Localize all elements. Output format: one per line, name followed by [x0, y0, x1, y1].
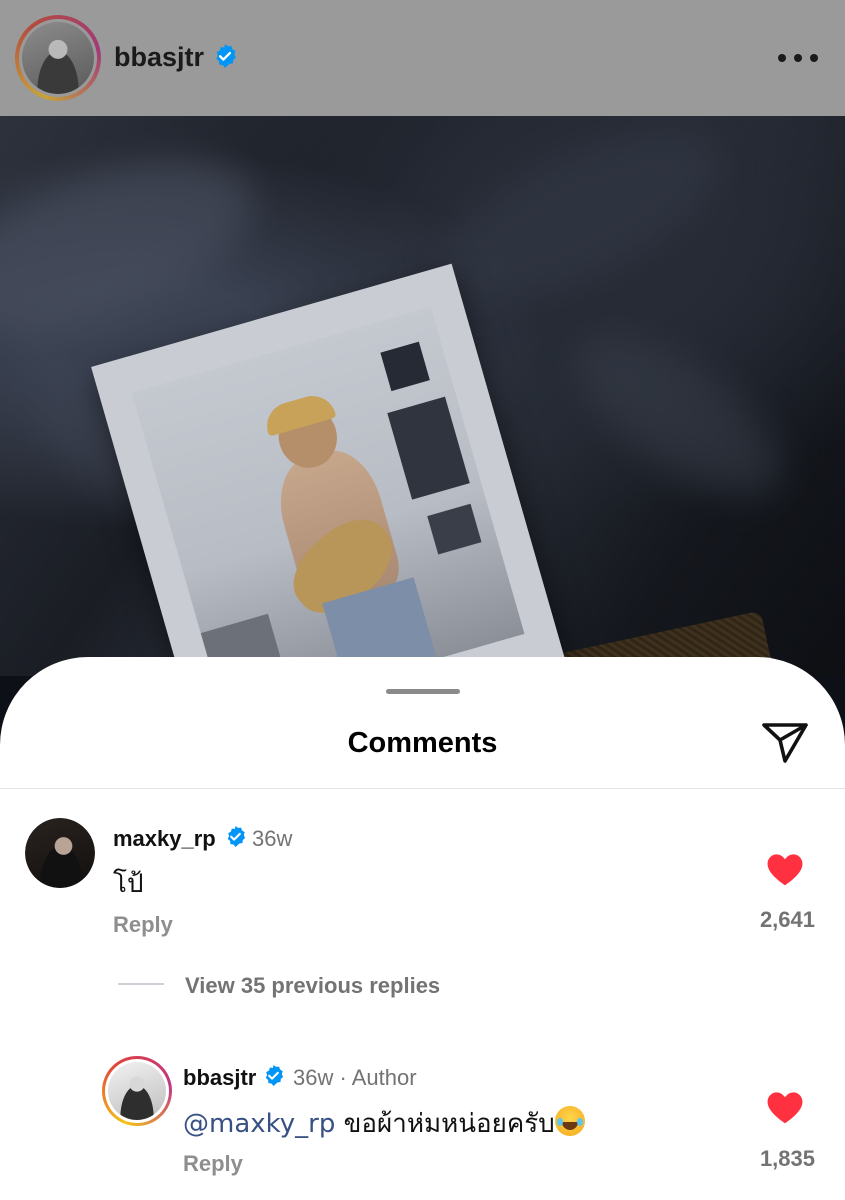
paper-plane-icon[interactable]	[760, 719, 810, 765]
post-header: bbasjtr	[0, 0, 845, 116]
story-ring[interactable]	[15, 15, 101, 101]
drag-handle[interactable]	[386, 689, 460, 694]
laughing-emoji-icon	[554, 1106, 585, 1136]
view-previous-replies-button[interactable]: View 35 previous replies	[185, 973, 440, 999]
like-count: 1,835	[759, 1146, 815, 1171]
verified-badge-icon	[262, 1064, 285, 1092]
sheet-title: Comments	[347, 727, 498, 759]
verified-badge-icon	[224, 825, 247, 853]
reply-text: @maxky_rp ขอผ้าห่มหน่อยครับ	[183, 1103, 585, 1144]
polaroid-photo	[91, 263, 584, 676]
like-count: 2,641	[759, 907, 815, 932]
avatar[interactable]	[22, 22, 94, 94]
heart-icon[interactable]	[766, 852, 804, 891]
comment-text: โป้	[113, 869, 144, 899]
heart-icon[interactable]	[766, 1090, 804, 1129]
reply-timestamp: 36w · Author	[293, 1065, 417, 1090]
story-ring[interactable]	[102, 1056, 172, 1126]
more-horizontal-icon[interactable]	[778, 52, 818, 64]
comment-timestamp: 36w	[252, 826, 293, 851]
reply-body: ขอผ้าห่มหน่อยครับ	[335, 1109, 555, 1139]
comments-sheet: Comments maxky_rp 36w โป้ Reply 2,641 Vi…	[0, 657, 845, 1200]
verified-badge-icon	[212, 43, 238, 74]
reply-button[interactable]: Reply	[183, 1151, 243, 1177]
avatar[interactable]	[108, 1062, 166, 1120]
avatar[interactable]	[25, 818, 95, 888]
mention-link[interactable]: @maxky_rp	[183, 1109, 335, 1139]
polaroid-image	[131, 307, 525, 676]
comment-username[interactable]: maxky_rp	[113, 826, 216, 852]
divider	[0, 788, 845, 789]
header-username[interactable]: bbasjtr	[114, 42, 204, 73]
reply-username[interactable]: bbasjtr	[183, 1065, 256, 1091]
reply-button[interactable]: Reply	[113, 912, 173, 938]
post-photo[interactable]	[0, 116, 845, 676]
thread-line	[118, 983, 164, 985]
